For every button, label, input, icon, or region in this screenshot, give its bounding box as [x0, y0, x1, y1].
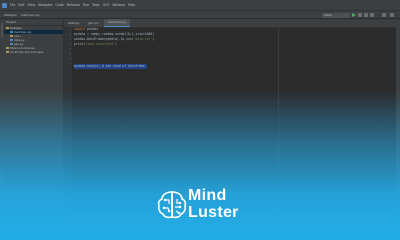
python-file-icon: [10, 43, 13, 45]
breadcrumb-file[interactable]: loadmain.py: [21, 13, 40, 17]
code-token: 'data.csv': [133, 37, 153, 41]
menu-vcs[interactable]: VCS: [103, 0, 109, 10]
code-token: import: [74, 27, 88, 31]
code-line[interactable]: mydata.head(n) # see head of dataframe: [74, 64, 147, 69]
menu-code[interactable]: Code: [55, 0, 63, 10]
folder-icon: [6, 51, 9, 53]
menu-help[interactable]: Help: [128, 0, 135, 10]
code-token: 'data generated': [85, 42, 115, 46]
menu-tools[interactable]: Tools: [92, 0, 100, 10]
code-token: pandas: [87, 27, 99, 31]
logo-text-mind: Mind: [188, 187, 227, 204]
code-token: print(: [74, 42, 86, 46]
breadcrumb-project[interactable]: Datagen: [4, 13, 17, 17]
navigation-bar: Datagen loadmain.py main: [0, 10, 400, 19]
logo-text-luster: Luster: [188, 204, 239, 221]
code-token: pandas.DataFrame(mydata).to_csv(: [74, 37, 134, 41]
python-file-icon: [10, 39, 13, 41]
menu-window[interactable]: Window: [112, 0, 125, 10]
tab-loadmain-py[interactable]: loadmain.py: [103, 19, 131, 27]
code-area[interactable]: import pandas mydata = numpy.random.norma…: [74, 27, 400, 69]
menu-file[interactable]: File: [10, 0, 15, 10]
menu-view[interactable]: View: [28, 0, 36, 10]
settings-icon[interactable]: [382, 13, 386, 17]
code-token: ): [152, 37, 155, 41]
project-panel-header[interactable]: Project: [4, 19, 63, 26]
tab-data-py[interactable]: data.py: [64, 20, 84, 27]
project-tool-tab[interactable]: [1, 23, 3, 37]
code-token: ): [115, 42, 117, 46]
code-token: mydata = numpy.random.normal(0,1,size=10…: [74, 32, 155, 36]
search-icon[interactable]: [390, 13, 394, 17]
tree-item[interactable]: Scratches and Consoles: [4, 50, 63, 54]
tab-gen-py[interactable]: gen.py: [84, 20, 103, 27]
pycharm-app-icon: [2, 2, 7, 8]
folder-icon: [6, 27, 9, 29]
coverage-icon[interactable]: [364, 13, 368, 17]
menu-bar: File Edit View Navigate Code Refactor Ru…: [0, 0, 400, 10]
line-number: 8: [69, 63, 71, 66]
run-config-select[interactable]: main: [322, 13, 350, 18]
folder-icon: [10, 35, 13, 37]
brain-circuit-icon: [157, 191, 187, 219]
run-icon[interactable]: [352, 13, 356, 17]
menu-run[interactable]: Run: [83, 0, 89, 10]
debug-icon[interactable]: [358, 13, 362, 17]
python-file-icon: [10, 31, 13, 33]
mindluster-logo: Mind Luster: [156, 187, 246, 227]
menu-refactor[interactable]: Refactor: [67, 0, 80, 10]
menu-navigate[interactable]: Navigate: [38, 0, 52, 10]
tree-item-label: Scratches and Consoles: [10, 50, 44, 54]
code-token: mydata.head(n) # see head of dataframe: [74, 64, 145, 68]
project-tree: Datagen loadmain.py venv data.py gen.py Exter…: [4, 26, 63, 54]
menu-edit[interactable]: Edit: [18, 0, 24, 10]
folder-icon: [6, 47, 9, 49]
ide-window: File Edit View Navigate Code Refactor Ru…: [0, 0, 400, 240]
stop-icon[interactable]: [370, 13, 374, 17]
